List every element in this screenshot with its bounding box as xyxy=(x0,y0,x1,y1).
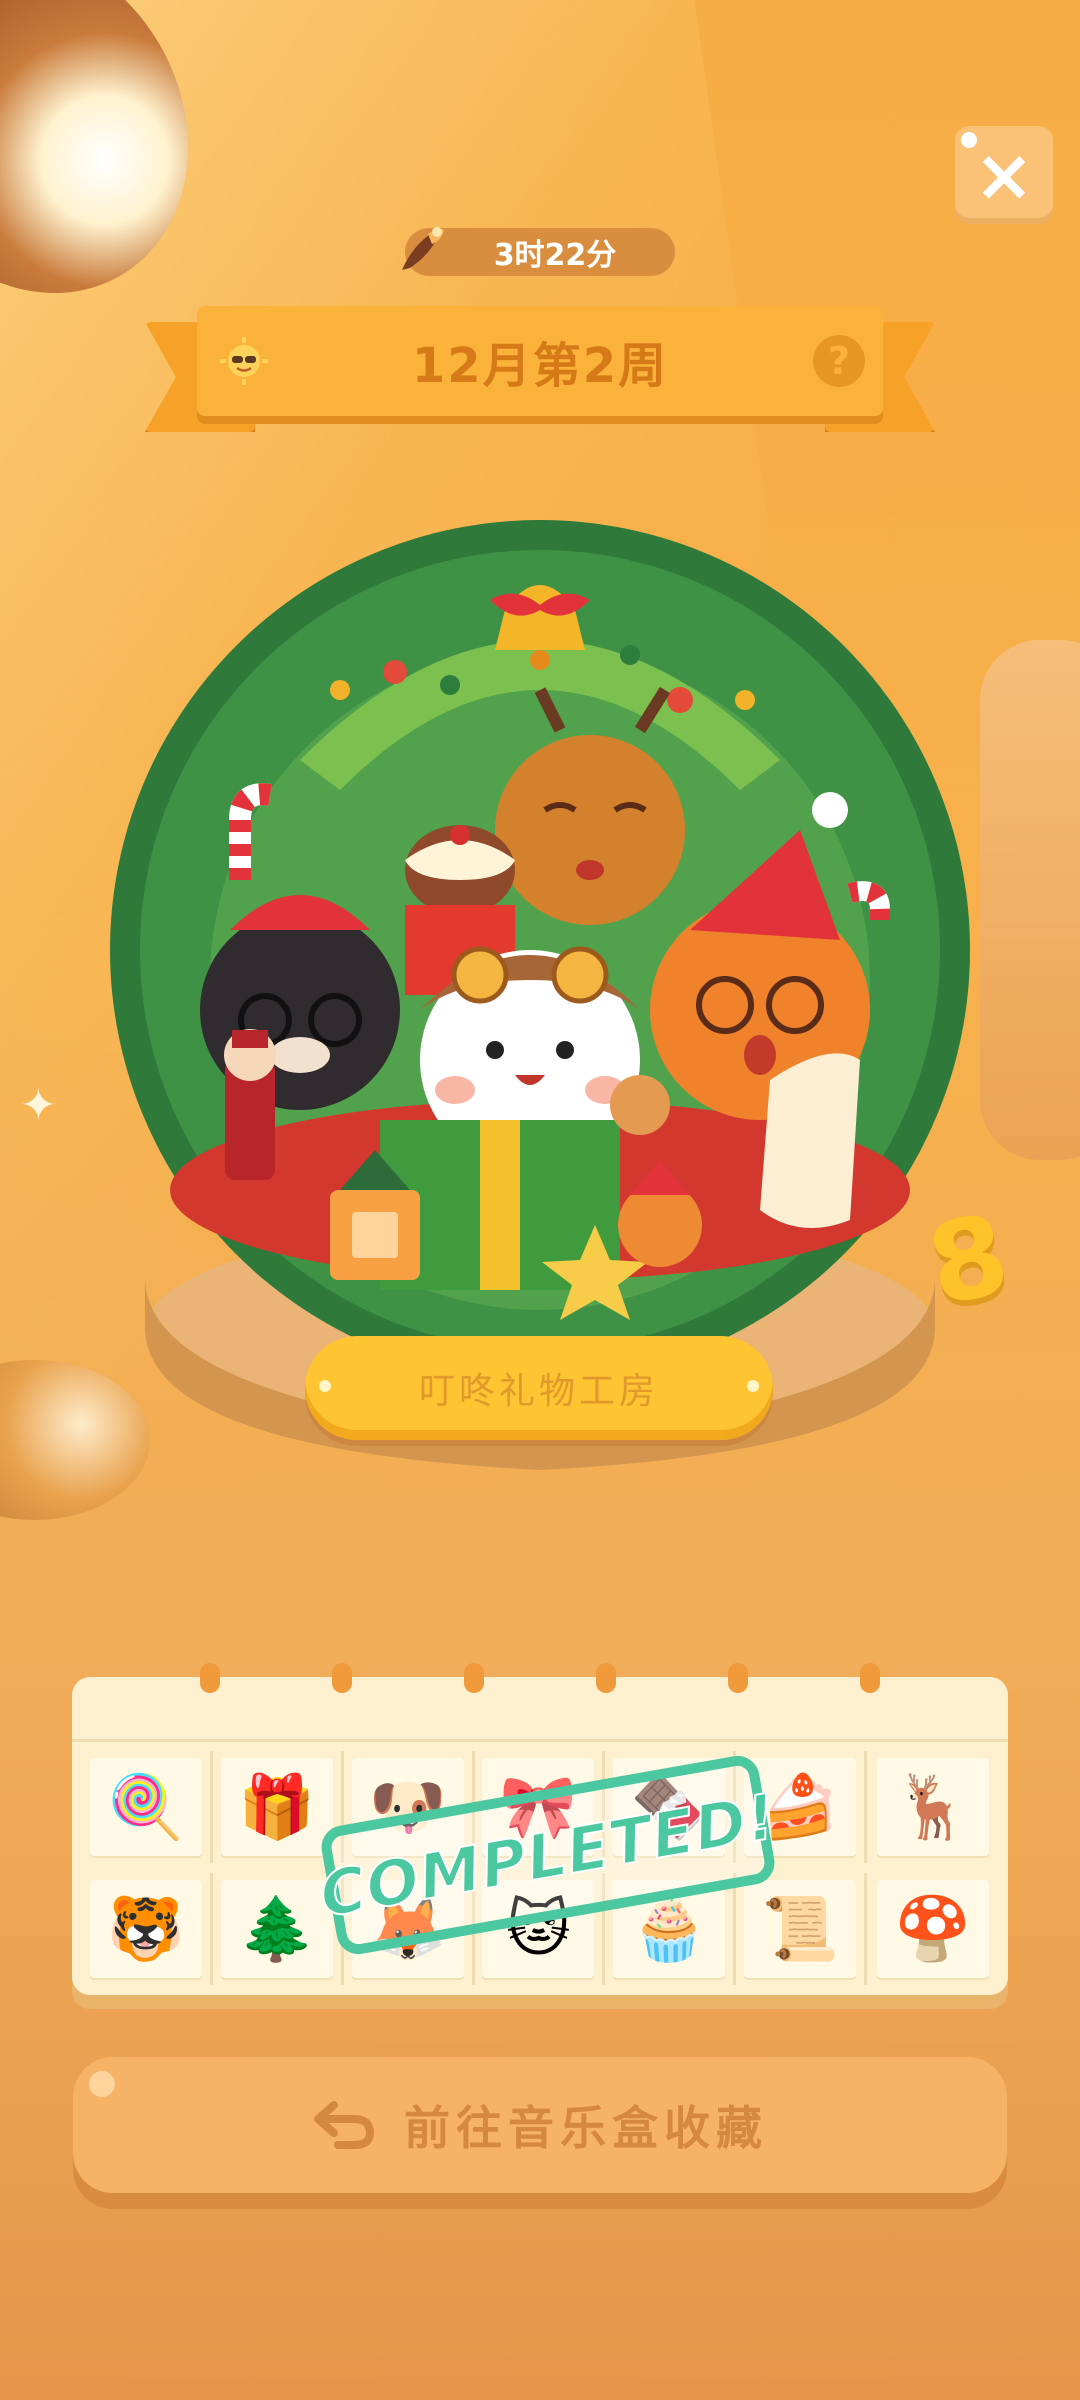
pin-icon xyxy=(464,1663,484,1693)
sticker-cell[interactable]: 🐯 xyxy=(82,1873,213,1985)
plaque-text: 叮咚礼物工房 xyxy=(418,1371,659,1412)
sticker-icon: 🍄 xyxy=(876,1880,989,1978)
pin-icon xyxy=(596,1663,616,1693)
game-screen: ✦ × 3时22分 12月第2周 ? 叮咚礼物工房 8 🍭 🎁 🐶 🎀 🍫 🍰 … xyxy=(0,0,1080,2400)
go-to-music-box-button[interactable]: 前往音乐盒收藏 xyxy=(73,2057,1007,2193)
sticker-icon: 🐯 xyxy=(89,1880,202,1978)
sticker-icon: 🌲 xyxy=(220,1880,333,1978)
rivet xyxy=(747,1380,759,1392)
return-arrow-icon xyxy=(314,2101,375,2149)
sticker-icon: 🎁 xyxy=(220,1758,333,1856)
snow-globe[interactable]: 叮咚礼物工房 8 xyxy=(0,0,1080,1500)
sticker-icon: 🍭 xyxy=(89,1758,202,1856)
sticker-cell[interactable]: 🍄 xyxy=(867,1873,998,1985)
sticker-cell[interactable]: 🦌 xyxy=(867,1751,998,1863)
highlight-dot xyxy=(89,2071,115,2097)
pin-icon xyxy=(728,1663,748,1693)
rivet xyxy=(319,1380,331,1392)
board-header xyxy=(72,1663,1008,1742)
sticker-icon: 🦌 xyxy=(876,1758,989,1856)
sticker-cell[interactable]: 🍭 xyxy=(82,1751,213,1863)
pin-icon xyxy=(200,1663,220,1693)
pin-icon xyxy=(332,1663,352,1693)
globe-name-plaque: 叮咚礼物工房 xyxy=(305,1336,773,1440)
snow-globe-illustration xyxy=(110,520,970,1470)
sticker-icon: 📜 xyxy=(744,1880,857,1978)
pin-icon xyxy=(860,1663,880,1693)
sticker-cell[interactable]: 📜 xyxy=(736,1873,868,1985)
go-button-label: 前往音乐盒收藏 xyxy=(404,2101,768,2155)
